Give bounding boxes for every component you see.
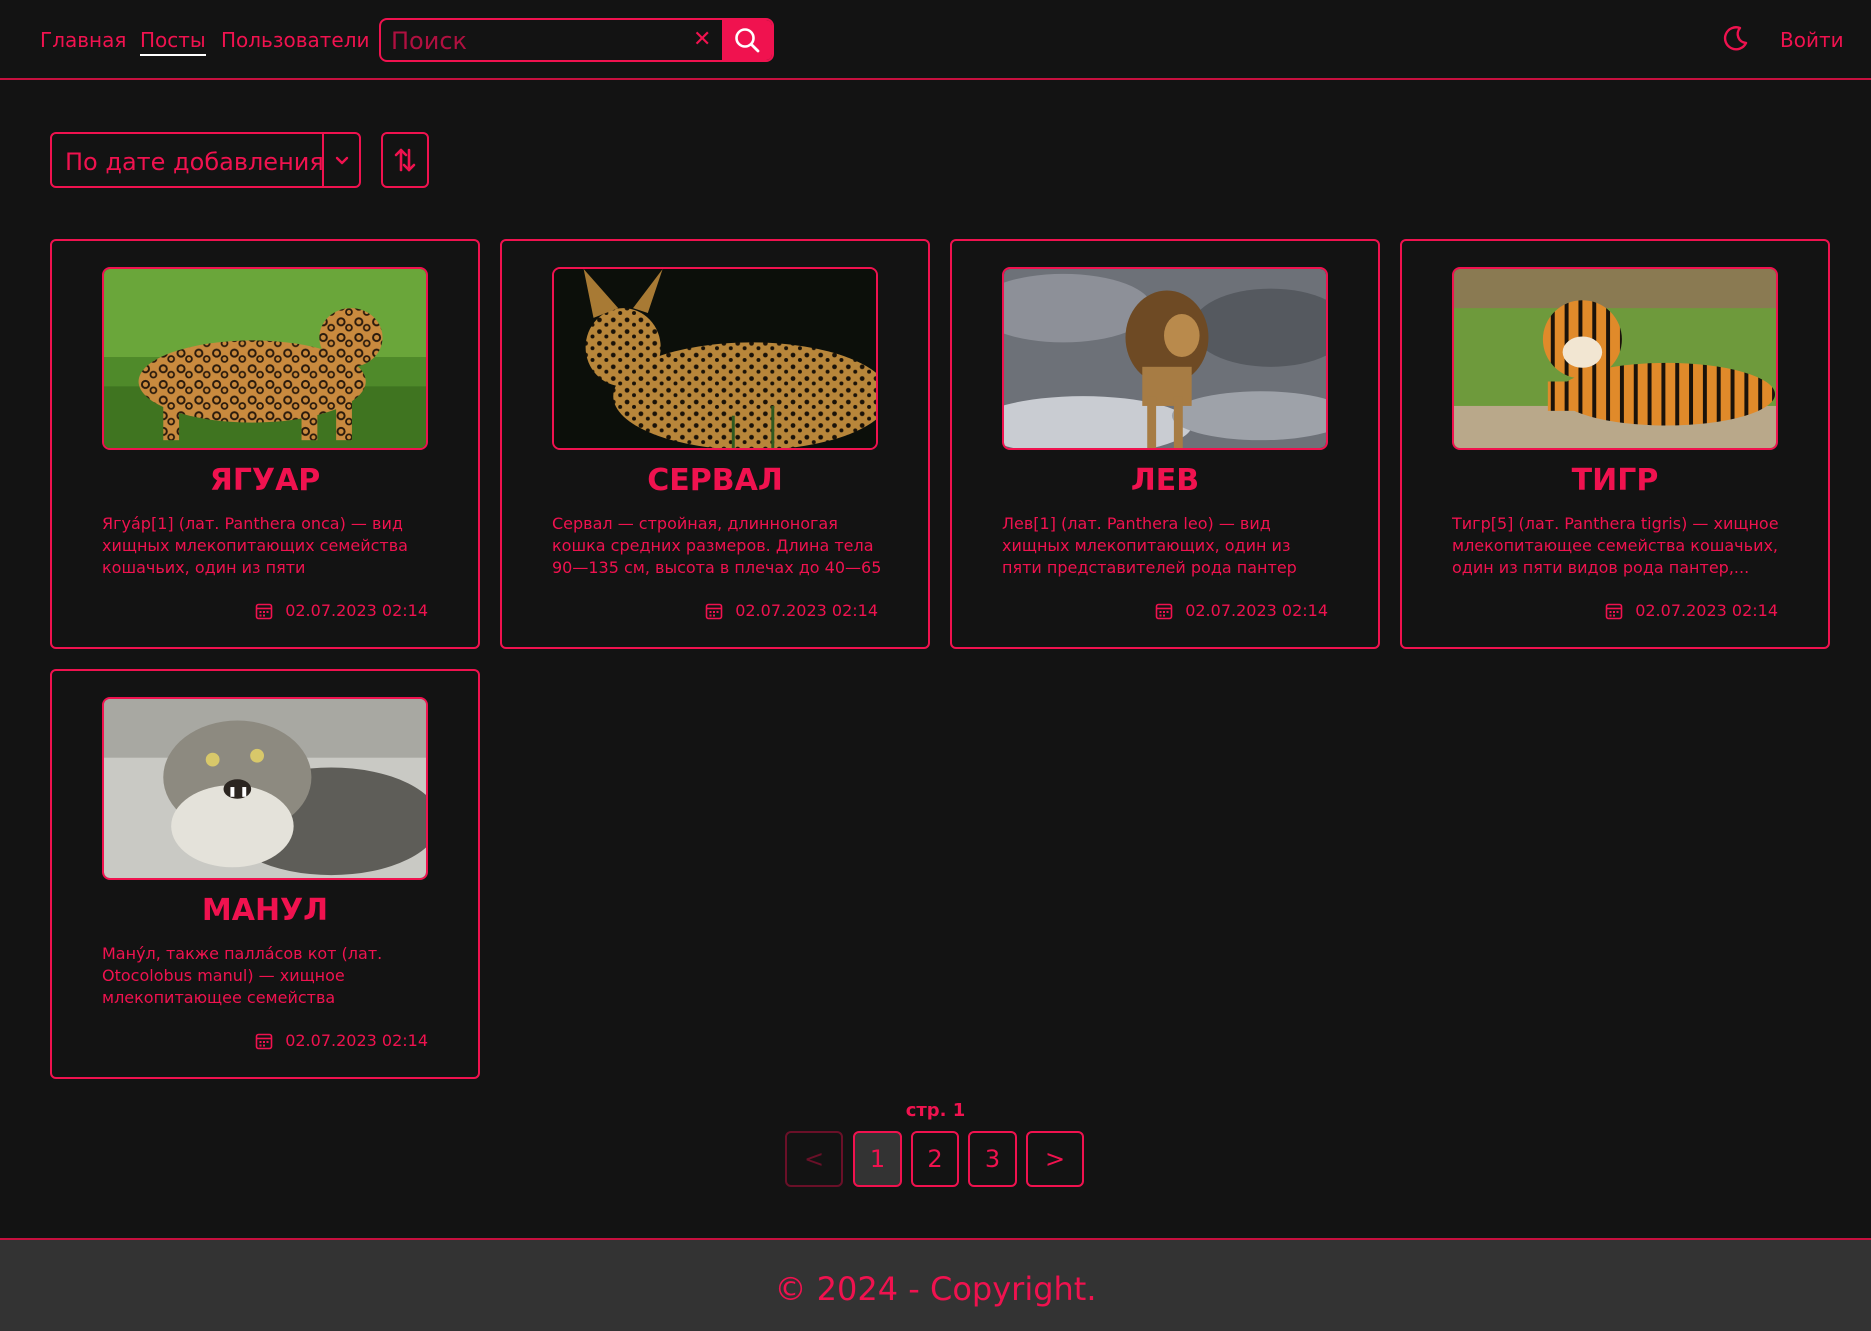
post-date: 02.07.2023 02:14 — [1155, 601, 1328, 620]
post-date: 02.07.2023 02:14 — [255, 1031, 428, 1050]
search-button[interactable] — [722, 20, 772, 60]
calendar-icon — [1605, 603, 1623, 619]
pager-prev-button[interactable]: < — [785, 1131, 843, 1187]
sort-order-button[interactable] — [381, 132, 429, 188]
sort-order-icon — [394, 148, 416, 172]
post-date-text: 02.07.2023 02:14 — [285, 1031, 428, 1050]
post-image-serval — [552, 267, 878, 450]
pager-page-1[interactable]: 1 — [853, 1131, 902, 1187]
post-description: Ману́л, также палла́сов кот (лат. Otocol… — [102, 944, 383, 1007]
post-card[interactable]: МАНУЛ Ману́л, также палла́сов кот (лат. … — [50, 669, 480, 1079]
footer-copyright: © 2024 - Copyright. — [774, 1270, 1097, 1308]
login-link[interactable]: Войти — [1780, 28, 1844, 52]
calendar-icon — [255, 1033, 273, 1049]
post-date-text: 02.07.2023 02:14 — [735, 601, 878, 620]
nav-link-home[interactable]: Главная — [40, 28, 126, 52]
nav-link-users[interactable]: Пользователи — [221, 28, 370, 52]
post-title: ТИГР — [1571, 463, 1659, 498]
close-icon[interactable]: ✕ — [693, 27, 711, 52]
post-date: 02.07.2023 02:14 — [255, 601, 428, 620]
post-description: Лев[1] (лат. Panthera leo) — вид хищных … — [1002, 514, 1297, 577]
sort-select[interactable]: По дате добавления — [50, 132, 361, 188]
calendar-icon — [705, 603, 723, 619]
sort-selected-value: По дате добавления — [65, 148, 324, 176]
post-date-text: 02.07.2023 02:14 — [285, 601, 428, 620]
calendar-icon — [1155, 603, 1173, 619]
post-description: Тигр[5] (лат. Panthera tigris) — хищное … — [1452, 514, 1779, 577]
footer: © 2024 - Copyright. — [0, 1238, 1871, 1331]
pager-page-2[interactable]: 2 — [911, 1131, 959, 1187]
post-image-jaguar — [102, 267, 428, 450]
page-caption: стр. 1 — [905, 1100, 966, 1121]
post-title: ЛЕВ — [1130, 463, 1200, 498]
top-navbar: Главная Посты Пользователи ✕ Войти — [0, 0, 1871, 80]
post-card[interactable]: ЯГУАР Ягуа́р[1] (лат. Panthera onca) — в… — [50, 239, 480, 649]
post-description: Ягуа́р[1] (лат. Panthera onca) — вид хищ… — [102, 514, 408, 577]
pager-page-3[interactable]: 3 — [968, 1131, 1017, 1187]
sort-divider — [322, 134, 324, 186]
post-date-text: 02.07.2023 02:14 — [1635, 601, 1778, 620]
post-date-text: 02.07.2023 02:14 — [1185, 601, 1328, 620]
search-box: ✕ — [379, 18, 774, 62]
search-icon — [735, 28, 760, 53]
post-title: СЕРВАЛ — [647, 463, 783, 498]
post-image-tiger — [1452, 267, 1778, 450]
post-date: 02.07.2023 02:14 — [1605, 601, 1778, 620]
post-card[interactable]: ЛЕВ Лев[1] (лат. Panthera leo) — вид хищ… — [950, 239, 1380, 649]
calendar-icon — [255, 603, 273, 619]
post-image-lion — [1002, 267, 1328, 450]
post-title: МАНУЛ — [201, 893, 329, 928]
post-description: Сервал — стройная, длинноногая кошка сре… — [552, 514, 882, 577]
moon-icon[interactable] — [1720, 24, 1750, 54]
nav-link-posts[interactable]: Посты — [140, 28, 206, 56]
post-card[interactable]: СЕРВАЛ Сервал — стройная, длинноногая ко… — [500, 239, 930, 649]
post-card[interactable]: ТИГР Тигр[5] (лат. Panthera tigris) — хи… — [1400, 239, 1830, 649]
post-image-manul — [102, 697, 428, 880]
pager-next-button[interactable]: > — [1026, 1131, 1084, 1187]
post-title: ЯГУАР — [209, 463, 321, 498]
post-date: 02.07.2023 02:14 — [705, 601, 878, 620]
chevron-down-icon — [335, 156, 349, 165]
search-input[interactable] — [381, 20, 693, 60]
